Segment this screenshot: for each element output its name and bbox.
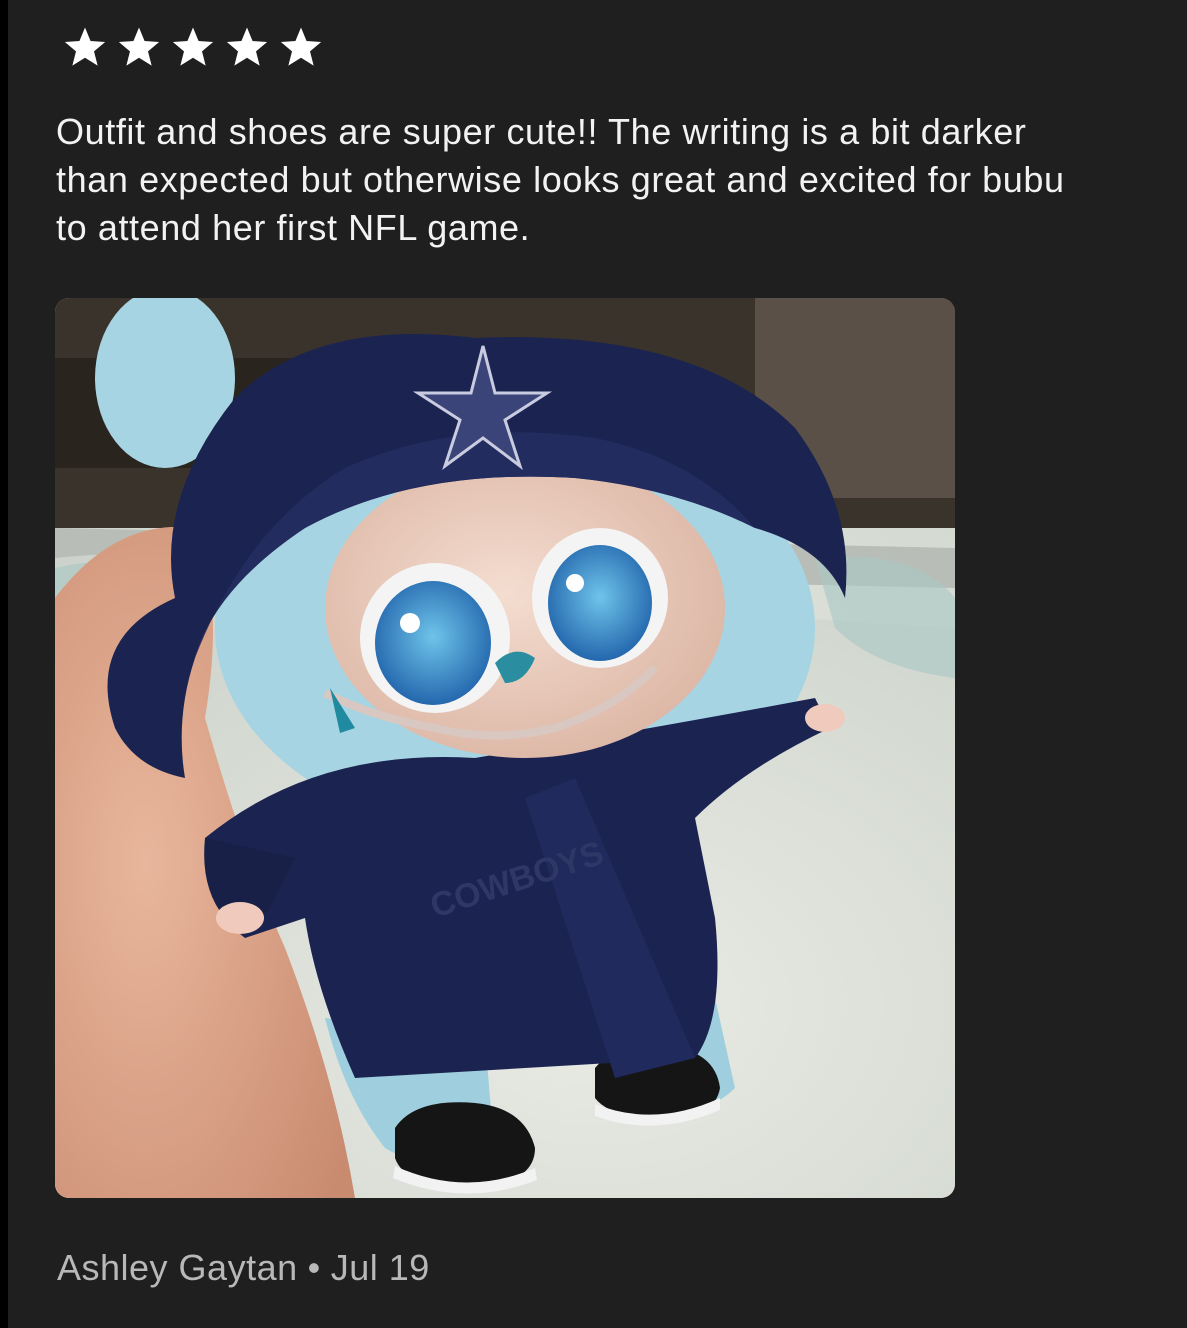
review-text: Outfit and shoes are super cute!! The wr… xyxy=(56,111,1065,248)
review-meta: Ashley Gaytan • Jul 19 xyxy=(57,1244,430,1292)
star-icon xyxy=(118,27,160,66)
review-date: Jul 19 xyxy=(330,1247,430,1288)
star-icon xyxy=(172,27,214,66)
review-card: Outfit and shoes are super cute!! The wr… xyxy=(8,0,1187,1328)
star-icon xyxy=(280,27,322,66)
meta-separator: • xyxy=(307,1247,321,1288)
star-icon xyxy=(64,27,106,66)
star-icon xyxy=(226,27,268,66)
star-rating xyxy=(60,24,326,70)
author-name[interactable]: Ashley Gaytan xyxy=(57,1247,298,1288)
review-photo[interactable]: COWBOYS xyxy=(55,298,955,1198)
